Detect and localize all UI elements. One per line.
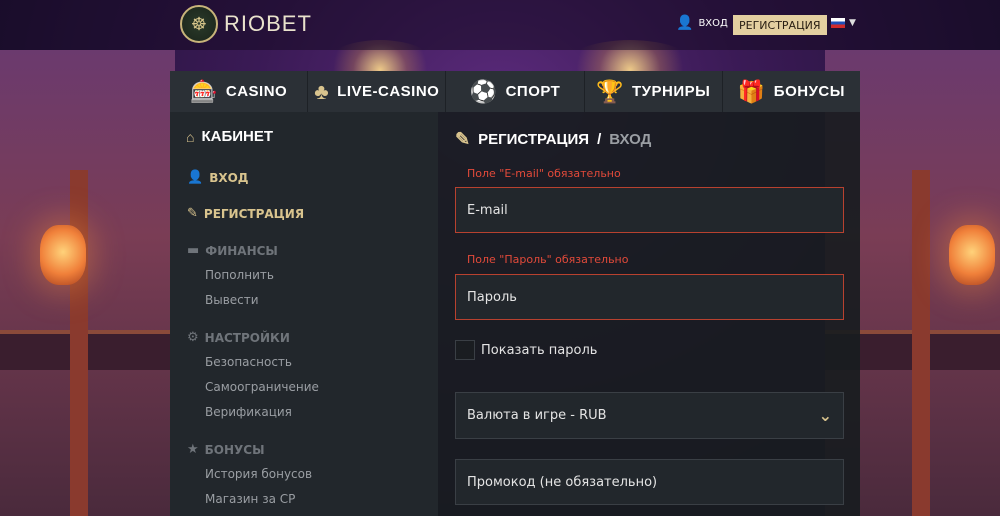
sidebar-section-settings: ⚙ НАСТРОЙКИ <box>187 330 290 345</box>
show-password-row[interactable]: Показать пароль <box>455 340 597 360</box>
slot-machine-icon: 🎰 <box>189 78 218 104</box>
soccer-ball-icon: ⚽ <box>469 78 498 104</box>
nav-item-label: LIVE-CASINO <box>337 83 440 100</box>
sidebar-item-label: РЕГИСТРАЦИЯ <box>203 206 305 221</box>
sidebar-section-finance: ▬ ФИНАНСЫ <box>187 243 278 258</box>
edit-icon: ✎ <box>455 129 471 149</box>
show-password-label: Показать пароль <box>481 342 598 358</box>
nav-item-label: CASINO <box>225 83 288 100</box>
sidebar-title: ⌂ КАБИНЕТ <box>186 128 273 145</box>
form-title-login-link[interactable]: ВХОД <box>609 131 651 148</box>
trophy-icon: 🏆 <box>596 78 624 104</box>
logo-text: RIOBET <box>224 11 312 36</box>
user-icon: 👤 <box>676 15 694 31</box>
gear-icon: ⚙ <box>187 330 199 345</box>
edit-icon: ✎ <box>187 206 198 221</box>
sidebar-item-login[interactable]: 👤 ВХОД <box>187 170 248 185</box>
show-password-checkbox[interactable] <box>455 340 475 360</box>
background-pillar-right <box>912 170 930 516</box>
wallet-icon: ▬ <box>187 243 200 258</box>
sidebar-section-label: БОНУСЫ <box>204 442 265 457</box>
sidebar-item-deposit[interactable]: Пополнить <box>205 268 274 282</box>
chevron-down-icon: ⌄ <box>818 406 832 425</box>
gift-icon: 🎁 <box>737 78 766 104</box>
sidebar-section-label: ФИНАНСЫ <box>205 243 278 258</box>
language-selector[interactable]: ▼ <box>831 18 856 28</box>
nav-item-label: БОНУСЫ <box>773 83 845 100</box>
home-icon: ⌂ <box>186 128 195 145</box>
header-login-label: ВХОД <box>698 17 728 29</box>
sidebar-item-cp-shop[interactable]: Магазин за CP <box>205 492 295 506</box>
sidebar-item-register[interactable]: ✎ РЕГИСТРАЦИЯ <box>187 206 304 221</box>
star-icon: ★ <box>187 442 199 457</box>
sidebar-section-label: НАСТРОЙКИ <box>204 330 290 345</box>
header-register-button[interactable]: РЕГИСТРАЦИЯ <box>733 15 827 35</box>
sidebar-item-bonus-history[interactable]: История бонусов <box>205 467 312 481</box>
nav-item-tournaments[interactable]: 🏆 ТУРНИРЫ <box>585 71 723 112</box>
user-icon: 👤 <box>187 170 204 185</box>
sidebar-section-bonuses: ★ БОНУСЫ <box>187 442 265 457</box>
registration-panel: ✎ РЕГИСТРАЦИЯ / ВХОД Поле "E-mail" обяза… <box>438 112 860 516</box>
currency-select-value: Валюта в игре - RUB <box>467 408 607 423</box>
email-error: Поле "E-mail" обязательно <box>467 167 621 180</box>
sidebar-item-self-limitation[interactable]: Самоограничение <box>205 380 319 394</box>
nav-item-label: ТУРНИРЫ <box>632 83 711 100</box>
password-error: Поле "Пароль" обязательно <box>467 253 629 266</box>
form-title-register: РЕГИСТРАЦИЯ <box>478 131 590 148</box>
logo[interactable]: ☸ RIOBET <box>180 5 312 43</box>
password-field[interactable]: Пароль <box>455 274 844 320</box>
promo-code-field[interactable]: Промокод (не обязательно) <box>455 459 844 505</box>
nav-item-casino[interactable]: 🎰 CASINO <box>170 71 309 112</box>
sidebar-item-withdraw[interactable]: Вывести <box>205 293 259 307</box>
top-header: ☸ RIOBET 👤 ВХОД РЕГИСТРАЦИЯ ▼ <box>0 0 1000 50</box>
sidebar-item-label: ВХОД <box>209 170 249 185</box>
sidebar-item-verification[interactable]: Верификация <box>205 405 292 419</box>
form-title-separator: / <box>597 131 602 148</box>
chevron-down-icon: ▼ <box>849 18 856 28</box>
lantern-right <box>949 225 995 285</box>
nav-item-sport[interactable]: ⚽ СПОРТ <box>446 71 585 112</box>
header-login-link[interactable]: 👤 ВХОД <box>676 16 728 30</box>
form-title: ✎ РЕГИСТРАЦИЯ / ВХОД <box>455 129 651 150</box>
currency-select[interactable]: Валюта в игре - RUB ⌄ <box>455 392 844 439</box>
main-nav: 🎰 CASINO ♣ LIVE-CASINO ⚽ СПОРТ 🏆 ТУРНИРЫ… <box>170 71 860 112</box>
email-field[interactable]: E-mail <box>455 187 844 233</box>
lantern-left <box>40 225 86 285</box>
chips-icon: ♣ <box>314 78 330 104</box>
sidebar-item-security[interactable]: Безопасность <box>205 355 292 369</box>
nav-item-label: СПОРТ <box>505 83 561 100</box>
nav-item-live-casino[interactable]: ♣ LIVE-CASINO <box>308 71 447 112</box>
nav-item-bonuses[interactable]: 🎁 БОНУСЫ <box>723 71 860 112</box>
logo-emblem-icon: ☸ <box>180 5 218 43</box>
background-pillar-left <box>70 170 88 516</box>
sidebar-title-label: КАБИНЕТ <box>201 128 274 145</box>
russian-flag-icon <box>831 18 845 28</box>
account-sidebar: ⌂ КАБИНЕТ 👤 ВХОД ✎ РЕГИСТРАЦИЯ ▬ ФИНАНСЫ… <box>170 112 438 516</box>
